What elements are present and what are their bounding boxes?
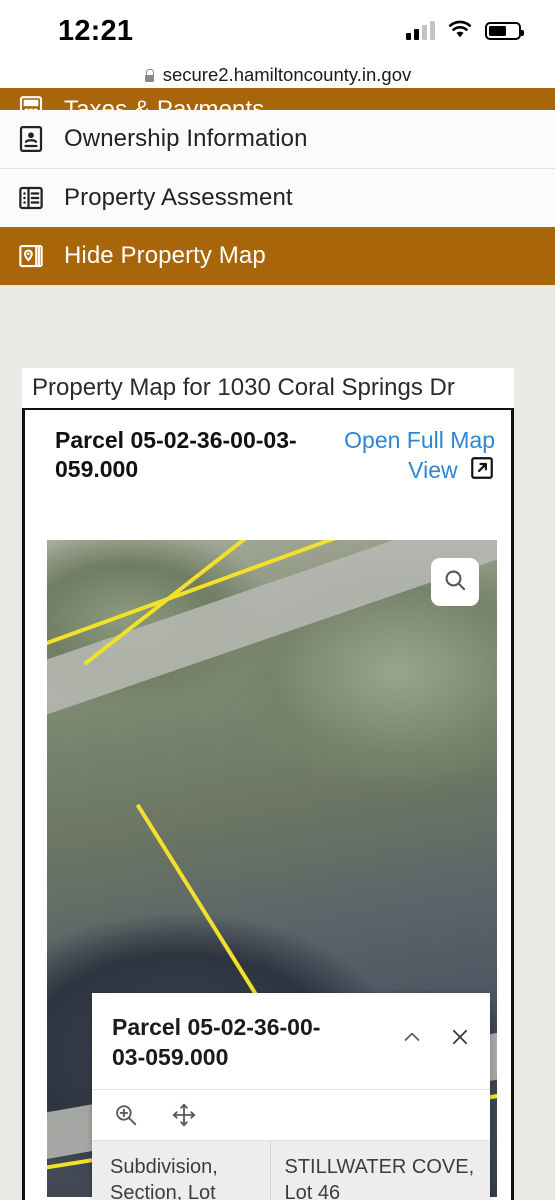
phone-screen: 12:21 secure2.hamiltoncounty.in.gov Taxe… <box>0 0 555 1200</box>
browser-url-bar[interactable]: secure2.hamiltoncounty.in.gov <box>0 62 555 88</box>
nav-item-ownership-information[interactable]: Ownership Information <box>0 110 555 168</box>
parcel-info-popup: Parcel 05-02-36-00-03-059.000 Subdivisio… <box>92 993 490 1200</box>
property-map-title: Property Map for 1030 Coral Springs Dr <box>22 368 514 408</box>
lock-icon <box>144 68 155 82</box>
nav-item-label: Taxes & Payments <box>64 96 265 110</box>
status-bar: 12:21 <box>0 0 555 62</box>
contact-card-icon <box>16 124 46 154</box>
property-map-card: Property Map for 1030 Coral Springs Dr P… <box>22 368 514 1200</box>
calculator-icon <box>16 94 46 110</box>
map-book-icon <box>16 241 46 271</box>
status-icon-group <box>406 19 524 44</box>
battery-icon <box>485 22 524 40</box>
popup-toolbar <box>92 1088 490 1141</box>
external-link-icon <box>469 455 495 488</box>
parcel-number-heading: Parcel 05-02-36-00-03-059.000 <box>55 427 297 483</box>
table-grid-icon <box>16 183 46 213</box>
status-clock: 12:21 <box>58 14 134 47</box>
table-row: Subdivision, Section, Lot STILLWATER COV… <box>92 1140 490 1200</box>
map-container: Parcel 05-02-36-00-03-059.000 Open Full … <box>22 408 514 1200</box>
wifi-icon <box>447 19 473 44</box>
zoom-to-icon[interactable] <box>112 1101 140 1129</box>
road-overlay <box>47 540 497 720</box>
row-value: STILLWATER COVE, Lot 46 <box>269 1140 490 1200</box>
url-text: secure2.hamiltoncounty.in.gov <box>162 64 412 85</box>
nav-item-label: Hide Property Map <box>64 242 266 269</box>
nav-item-label: Property Assessment <box>64 184 293 211</box>
row-key: Subdivision, Section, Lot <box>92 1140 270 1200</box>
parcel-attributes-table: Subdivision, Section, Lot STILLWATER COV… <box>92 1140 490 1200</box>
section-nav-list: Taxes & Payments Ownership Information P… <box>0 88 555 285</box>
close-icon[interactable] <box>448 1025 472 1049</box>
chevron-up-icon[interactable] <box>400 1025 424 1049</box>
nav-item-taxes-payments[interactable]: Taxes & Payments <box>0 88 555 110</box>
nav-item-property-assessment[interactable]: Property Assessment <box>0 169 555 227</box>
popup-header: Parcel 05-02-36-00-03-059.000 <box>92 993 490 1089</box>
popup-title: Parcel 05-02-36-00-03-059.000 <box>112 1014 321 1070</box>
parcel-header: Parcel 05-02-36-00-03-059.000 Open Full … <box>25 410 511 499</box>
map-search-button[interactable] <box>431 558 479 606</box>
content-gap <box>0 302 555 308</box>
cellular-bars-icon <box>406 21 435 40</box>
search-icon <box>442 567 468 598</box>
nav-item-hide-property-map[interactable]: Hide Property Map <box>0 227 555 285</box>
pan-move-icon[interactable] <box>170 1101 198 1129</box>
open-full-map-view-link[interactable]: Open Full Map View <box>311 426 495 489</box>
nav-item-label: Ownership Information <box>64 125 308 152</box>
popup-header-actions <box>400 1013 472 1049</box>
